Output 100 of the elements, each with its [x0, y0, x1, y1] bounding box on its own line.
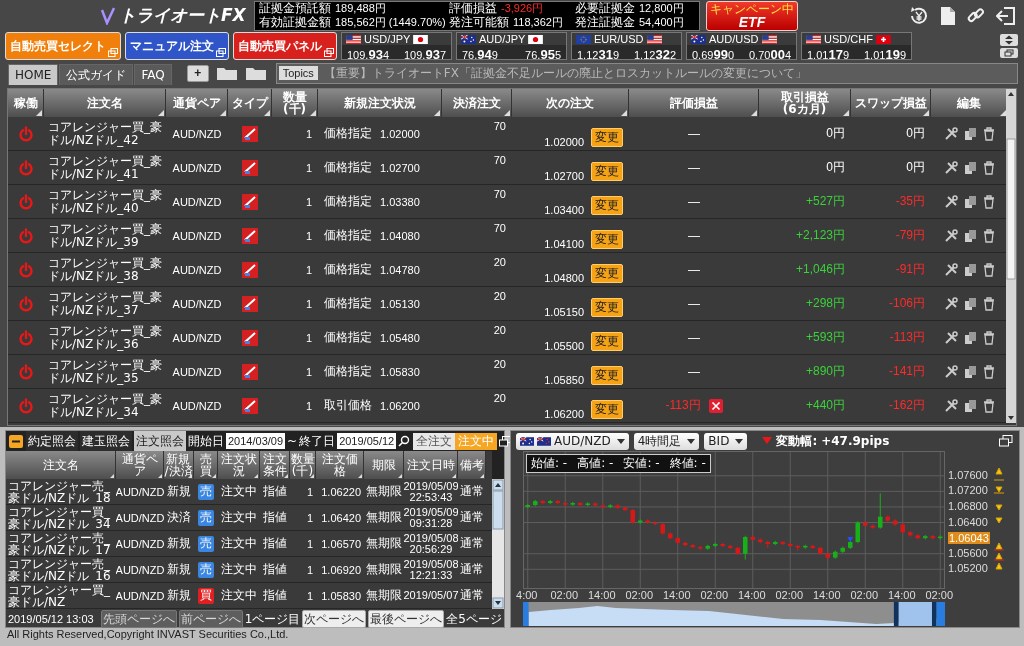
rate-tile[interactable]: EUR/USD 1.12319 1.12322	[571, 32, 682, 60]
range-separator: ~	[287, 434, 298, 448]
column-header[interactable]: 注文価格	[316, 451, 364, 479]
change-button[interactable]: 変更	[591, 298, 623, 317]
current-price-tag: 1.06043	[948, 532, 990, 545]
side-badge: 買	[198, 587, 214, 604]
column-header[interactable]: 編集	[931, 89, 1006, 117]
entry-price: 1.02700	[380, 161, 420, 174]
column-header[interactable]: 評価損益	[629, 89, 759, 117]
entry-kind: 価格指定	[324, 295, 372, 312]
tab[interactable]: HOME	[8, 64, 59, 85]
column-header[interactable]: 取引損益 (6カ月)	[759, 89, 851, 117]
currency-pair: AUD/NZD	[116, 563, 164, 576]
tab[interactable]: 注文照会	[134, 431, 186, 451]
column-header[interactable]: 備考	[458, 451, 486, 479]
column-header[interactable]: 数量 (千)	[290, 451, 316, 479]
next-order-price: 1.04800	[544, 272, 584, 284]
currency-pair: AUD/NZD	[116, 511, 164, 524]
ask-price: 76.955	[525, 46, 561, 63]
account-value: 189,488円	[335, 1, 386, 16]
currency-pair: AUD/NZD	[172, 331, 222, 344]
change-button[interactable]: 変更	[591, 366, 623, 385]
ask-price: 1.01199	[864, 46, 906, 63]
tab[interactable]: 公式ガイド	[59, 64, 134, 85]
column-header[interactable]: 売買	[194, 451, 218, 479]
topics-text[interactable]: 【重要】トライオートFX「証拠金不足ルールの廃止とロスカットルールの変更について」	[323, 64, 807, 82]
quantity: 1	[305, 399, 312, 412]
column-header[interactable]: 期限	[364, 451, 404, 479]
column-header[interactable]: 通貨ペア	[116, 451, 164, 479]
start-date-label: 開始日	[188, 432, 224, 450]
app-logo: トライオートFX	[119, 4, 246, 27]
timeframe-dropdown[interactable]: 4時間足	[633, 432, 700, 450]
column-header[interactable]: 新規注文状況	[318, 89, 442, 117]
tab[interactable]: FAQ	[134, 64, 172, 85]
column-header[interactable]: 注文名	[44, 89, 166, 117]
change-button[interactable]: 変更	[591, 400, 623, 419]
remark: 通常	[460, 587, 484, 604]
rate-tile[interactable]: USD/JPY 109.934 109.937	[341, 32, 452, 60]
quantity: 1	[306, 485, 313, 498]
column-header[interactable]: 注文日時	[404, 451, 458, 479]
column-header[interactable]: 次の注文	[512, 89, 629, 117]
column-header[interactable]: 決済注文	[442, 89, 512, 117]
price-type-dropdown[interactable]: BID	[704, 432, 748, 450]
remark: 通常	[460, 509, 484, 526]
order-name: コアレンジャー売_豪ドル/NZドル_18	[7, 479, 112, 504]
topics-label: Topics	[278, 66, 318, 80]
topics-bar[interactable]: Topics 【重要】トライオートFX「証拠金不足ルールの廃止とロスカットルールの変更について」	[275, 62, 1018, 84]
price-axis-label: 1.06800	[948, 499, 988, 512]
entry-kind: 価格指定	[324, 329, 372, 346]
order-date: 2019/05/08	[404, 532, 458, 544]
etf-campaign-badge[interactable]: キャンペーン中 ETF	[706, 0, 798, 31]
column-header[interactable]: 新規 /決済	[164, 451, 194, 479]
pager-button[interactable]: 次ページへ	[302, 610, 367, 628]
add-tab-button[interactable]: +	[186, 64, 209, 82]
column-header[interactable]: 注文状況	[218, 451, 260, 479]
pager-button[interactable]: 最後ページへ	[368, 610, 445, 628]
settlement-pips: 20	[493, 392, 506, 404]
change-button[interactable]: 変更	[591, 162, 623, 181]
entry-kind: 価格指定	[324, 261, 372, 278]
change-button[interactable]: 変更	[591, 264, 623, 283]
order-name: コアレンジャー買_豪ドル/NZドル_42	[47, 120, 163, 147]
order-type: 新規	[167, 483, 191, 500]
tab[interactable]: 約定照会	[26, 431, 78, 451]
end-date-field[interactable]: 2019/05/12	[337, 433, 397, 449]
rate-tile[interactable]: USD/CHF 1.01179 1.01199	[801, 32, 912, 60]
start-date-field[interactable]: 2014/03/09	[226, 433, 286, 449]
quantity: 1	[305, 263, 312, 276]
column-header[interactable]: 通貨ペア	[166, 89, 228, 117]
change-button[interactable]: 変更	[591, 196, 623, 215]
expiry: 無期限	[366, 535, 402, 552]
change-button[interactable]: 変更	[591, 332, 623, 351]
mode-button[interactable]: 自動売買パネル	[233, 32, 337, 60]
time-axis-label: 02:00	[850, 589, 878, 601]
order-status: 注文中	[221, 587, 257, 604]
quantity: 1	[306, 511, 313, 524]
column-header[interactable]: 稼働	[8, 89, 44, 117]
change-button[interactable]: 変更	[591, 230, 623, 249]
expiry: 無期限	[366, 509, 402, 526]
column-header[interactable]: スワップ損益	[851, 89, 931, 117]
column-header[interactable]: 数量 (千)	[272, 89, 318, 117]
mode-button[interactable]: マニュアル注文	[125, 32, 229, 60]
evaluation-pnl: —	[688, 160, 700, 175]
account-value: 118,362円	[513, 15, 563, 30]
change-button[interactable]: 変更	[591, 128, 623, 147]
rate-tile[interactable]: AUD/USD 0.69990 0.70004	[686, 32, 797, 60]
bid-price: 109.934	[347, 46, 389, 63]
account-label: 評価損益	[449, 0, 497, 16]
column-header[interactable]: 注文条件	[260, 451, 290, 479]
entry-kind: 価格指定	[324, 227, 372, 244]
order-condition: 指値	[263, 561, 287, 578]
tab[interactable]: 建玉照会	[80, 431, 132, 451]
filter-toggle[interactable]: 全注文	[413, 432, 456, 450]
time-axis-label: 14:00	[588, 589, 616, 601]
column-header[interactable]: 注文名	[6, 451, 116, 479]
settlement-pips: 70	[493, 120, 506, 132]
order-name: コアレンジャー買_豪ドル/NZドル_38	[47, 256, 163, 283]
column-header[interactable]: タイプ	[228, 89, 272, 117]
trade-pnl: 0円	[826, 125, 845, 142]
currency-pair-dropdown[interactable]: AUD/NZD	[516, 432, 629, 450]
rate-tile[interactable]: AUD/JPY 76.949 76.955	[456, 32, 567, 60]
